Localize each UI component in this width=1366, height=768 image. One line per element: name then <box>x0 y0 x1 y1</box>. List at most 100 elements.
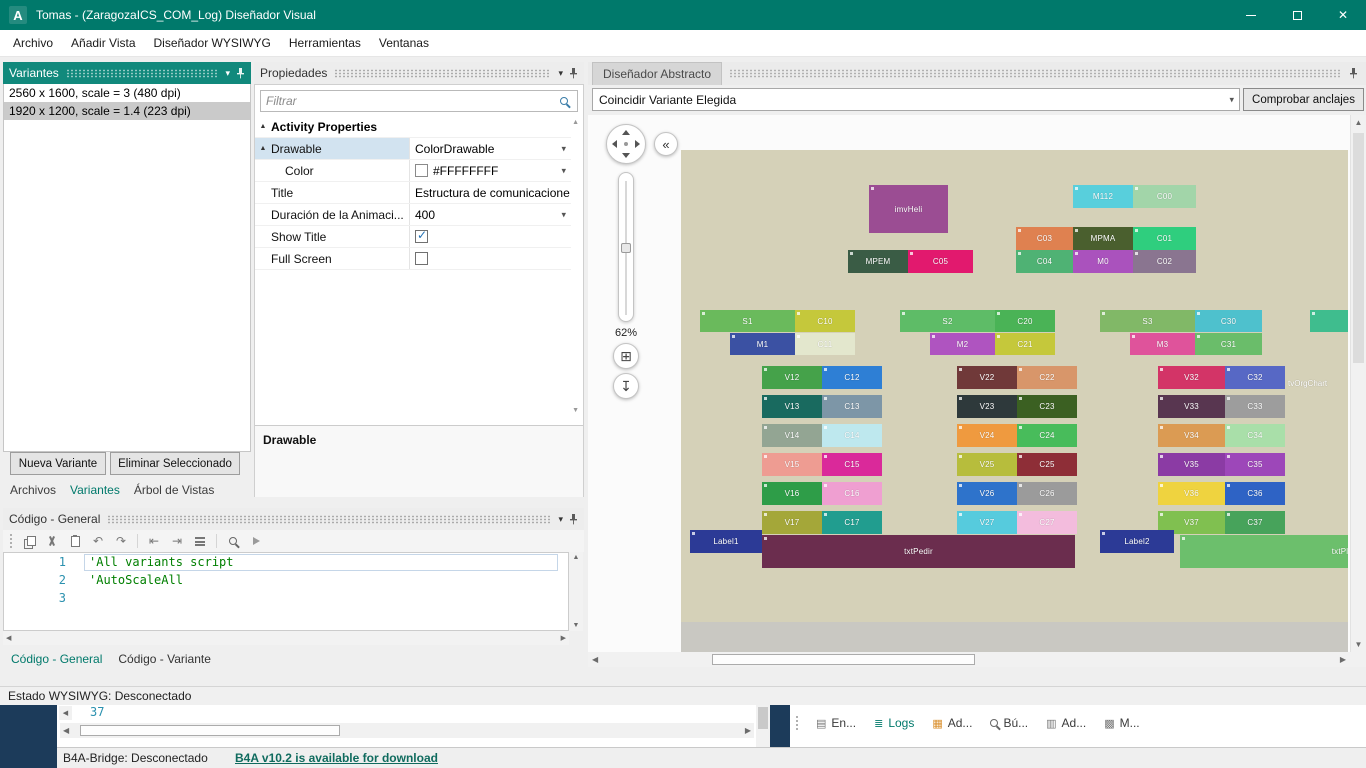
designer-view-C17[interactable]: C17 <box>822 511 882 534</box>
designer-view-C24[interactable]: C24 <box>1017 424 1077 447</box>
pan-right-icon[interactable] <box>635 140 640 148</box>
menu-herramientas[interactable]: Herramientas <box>280 30 370 56</box>
scroll-right-icon[interactable]: ▶ <box>745 726 751 735</box>
tab-disenador-abstracto[interactable]: Diseñador Abstracto <box>592 62 723 85</box>
abstract-canvas[interactable]: tvOrgChart imvHeli M112 C00 C03 MPMA C01 MPEM C… <box>681 150 1348 622</box>
prop-value-drawable[interactable]: ColorDrawable ▾ <box>410 138 571 159</box>
variant-selector-dropdown[interactable]: Coincidir Variante Elegida ▾ <box>592 88 1240 111</box>
scroll-left-icon[interactable]: ◀ <box>592 655 598 664</box>
designer-view-C37[interactable]: C37 <box>1225 511 1285 534</box>
tab-variantes[interactable]: Variantes <box>63 483 127 497</box>
designer-view-M1[interactable]: M1 <box>730 333 795 355</box>
designer-view-C25[interactable]: C25 <box>1017 453 1077 476</box>
scroll-right-icon[interactable]: ▶ <box>1340 655 1346 664</box>
designer-view-V13[interactable]: V13 <box>762 395 822 418</box>
designer-vertical-scrollbar[interactable]: ▲ ▼ <box>1350 115 1366 652</box>
scroll-left-icon[interactable]: ◀ <box>59 706 72 720</box>
indent-icon[interactable]: ⇥ <box>170 533 184 549</box>
pin-icon[interactable] <box>1349 68 1358 79</box>
designer-view-C32[interactable]: C32 <box>1225 366 1285 389</box>
designer-view-C21[interactable]: C21 <box>995 333 1055 355</box>
designer-view-C13[interactable]: C13 <box>822 395 882 418</box>
copy-icon[interactable] <box>22 533 36 549</box>
collapse-triangle-icon[interactable]: ▲ <box>255 116 271 138</box>
collapse-triangle-icon[interactable]: ▲ <box>255 138 271 159</box>
run-script-icon[interactable] <box>249 533 263 549</box>
new-variant-button[interactable]: Nueva Variante <box>10 452 106 475</box>
undo-icon[interactable]: ↶ <box>91 533 105 549</box>
ide-tab-modulos[interactable]: ▩ M... <box>1095 712 1148 734</box>
designer-view-V23[interactable]: V23 <box>957 395 1017 418</box>
designer-view-MPEM[interactable]: MPEM <box>848 250 908 273</box>
scroll-thumb[interactable] <box>712 654 975 665</box>
checkbox-unchecked[interactable] <box>415 252 428 265</box>
checkbox-checked[interactable] <box>415 228 428 243</box>
delete-selected-button[interactable]: Eliminar Seleccionado <box>110 452 240 475</box>
scroll-up-icon[interactable]: ▲ <box>572 119 579 126</box>
designer-view-V33[interactable]: V33 <box>1158 395 1225 418</box>
designer-view-Label1[interactable]: Label1 <box>690 530 762 553</box>
variant-item[interactable]: 2560 x 1600, scale = 3 (480 dpi) <box>4 84 250 102</box>
filter-input[interactable] <box>261 92 560 110</box>
dropdown-arrow-icon[interactable]: ▾ <box>561 165 566 176</box>
designer-view-V17[interactable]: V17 <box>762 511 822 534</box>
designer-view-M112[interactable]: M112 <box>1073 185 1133 208</box>
designer-view-V16[interactable]: V16 <box>762 482 822 505</box>
import-views-button[interactable]: ↧ <box>613 373 639 399</box>
designer-view-V15[interactable]: V15 <box>762 453 822 476</box>
designer-view-V22[interactable]: V22 <box>957 366 1017 389</box>
prop-row-drawable[interactable]: ▲ Drawable ColorDrawable ▾ <box>255 138 571 160</box>
designer-view-C01[interactable]: C01 <box>1133 227 1196 250</box>
code-horizontal-scrollbar[interactable]: ◀ ▶ <box>3 631 569 645</box>
code-vertical-scrollbar[interactable]: ▲ ▼ <box>569 552 583 631</box>
slider-thumb[interactable] <box>621 243 631 253</box>
prop-value-show-title[interactable] <box>410 226 571 247</box>
designer-view-S1[interactable]: S1 <box>700 310 795 332</box>
designer-view-C20[interactable]: C20 <box>995 310 1055 332</box>
designer-view-C03[interactable]: C03 <box>1016 227 1073 250</box>
designer-view-C11[interactable]: C11 <box>795 333 855 355</box>
scroll-thumb[interactable] <box>758 707 768 729</box>
scroll-down-icon[interactable]: ▼ <box>572 407 579 414</box>
designer-view-V35[interactable]: V35 <box>1158 453 1225 476</box>
tab-archivos[interactable]: Archivos <box>3 483 63 497</box>
designer-view-unnamed[interactable] <box>1310 310 1348 332</box>
designer-view-M3[interactable]: M3 <box>1130 333 1195 355</box>
prop-value-title[interactable]: Estructura de comunicacione <box>410 182 571 203</box>
paste-icon[interactable] <box>68 533 82 549</box>
designer-view-C04[interactable]: C04 <box>1016 250 1073 273</box>
ide-horizontal-scrollbar[interactable]: ◀ ▶ <box>60 723 754 738</box>
pan-left-icon[interactable] <box>612 140 617 148</box>
menu-archivo[interactable]: Archivo <box>4 30 62 56</box>
designer-view-V36[interactable]: V36 <box>1158 482 1225 505</box>
minimize-button[interactable] <box>1228 0 1274 30</box>
tab-arbol-de-vistas[interactable]: Árbol de Vistas <box>127 483 222 497</box>
pan-up-icon[interactable] <box>622 130 630 135</box>
designer-view-txtPedir[interactable]: txtPedir <box>762 535 1075 568</box>
pin-icon[interactable] <box>569 67 578 79</box>
tab-codigo-variante[interactable]: Código - Variante <box>110 652 219 666</box>
panel-menu-chevron-icon[interactable]: ▾ <box>225 68 230 79</box>
designer-view-Label2[interactable]: Label2 <box>1100 530 1174 553</box>
color-swatch[interactable] <box>415 164 428 177</box>
designer-view-M2[interactable]: M2 <box>930 333 995 355</box>
pan-navigation-pad[interactable] <box>606 124 646 164</box>
menu-disenador-wysiwyg[interactable]: Diseñador WYSIWYG <box>145 30 280 56</box>
menu-anadir-vista[interactable]: Añadir Vista <box>62 30 144 56</box>
designer-view-MPMA[interactable]: MPMA <box>1073 227 1133 250</box>
collapse-tools-button[interactable]: « <box>654 132 678 156</box>
designer-view-imvHeli[interactable]: imvHeli <box>869 185 948 233</box>
designer-view-V27[interactable]: V27 <box>957 511 1017 534</box>
comment-lines-icon[interactable] <box>193 533 207 549</box>
prop-row-show-title[interactable]: Show Title <box>255 226 571 248</box>
prop-row-color[interactable]: Color #FFFFFFFF ▾ <box>255 160 571 182</box>
menu-ventanas[interactable]: Ventanas <box>370 30 438 56</box>
pin-icon[interactable] <box>569 513 578 525</box>
panel-menu-chevron-icon[interactable]: ▾ <box>558 68 563 79</box>
designer-view-C23[interactable]: C23 <box>1017 395 1077 418</box>
scroll-down-icon[interactable]: ▼ <box>1351 640 1366 649</box>
designer-view-V12[interactable]: V12 <box>762 366 822 389</box>
scroll-up-icon[interactable]: ▲ <box>1351 118 1366 127</box>
panel-menu-chevron-icon[interactable]: ▾ <box>558 514 563 525</box>
designer-view-C16[interactable]: C16 <box>822 482 882 505</box>
